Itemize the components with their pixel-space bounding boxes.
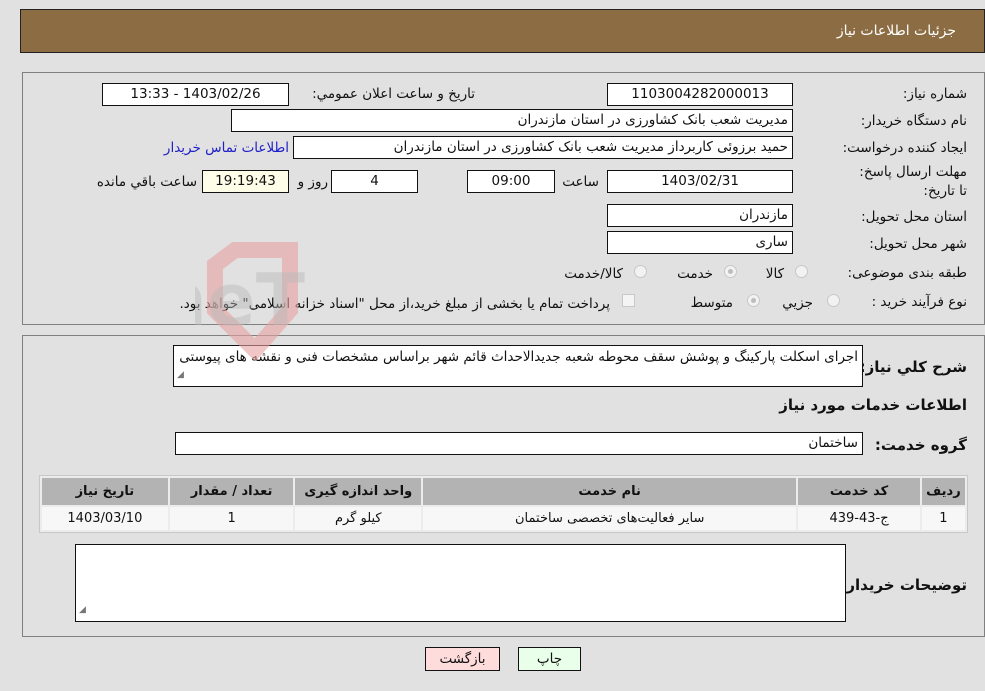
announce-datetime-label: تاریخ و ساعت اعلان عمومي: — [312, 86, 475, 102]
col-header-row-number: ردیف — [921, 478, 965, 505]
print-button[interactable]: چاپ — [518, 647, 581, 671]
purchase-type-radio-minor[interactable] — [827, 294, 840, 307]
buyer-org-label: نام دستگاه خریدار: — [860, 113, 967, 129]
back-button[interactable]: بازگشت — [425, 647, 500, 671]
service-group-field: ساختمان — [175, 432, 863, 455]
deadline-date-field: 1403/02/31 — [607, 170, 793, 193]
cell-row-number: 1 — [921, 507, 965, 530]
treasury-checkbox[interactable] — [622, 294, 635, 307]
page-header: جزئیات اطلاعات نیاز — [20, 9, 985, 53]
buyer-notes-textarea[interactable]: ◢ — [75, 544, 846, 622]
days-remaining-field: 4 — [331, 170, 418, 193]
category-radio-goods-service[interactable] — [634, 265, 647, 278]
description-label: شرح کلي نیاز: — [859, 358, 967, 376]
time-remaining-label: ساعت باقي مانده — [96, 174, 197, 190]
service-group-label: گروه خدمت: — [874, 436, 967, 454]
need-number-label: شماره نیاز: — [902, 86, 967, 102]
resize-handle-icon[interactable]: ◢ — [79, 601, 86, 620]
table-row: 1 ج-43-439 سایر فعالیت‌های تخصصی ساختمان… — [42, 507, 965, 530]
resize-handle-icon[interactable]: ◢ — [177, 366, 184, 385]
cell-unit: کیلو گرم — [295, 507, 422, 530]
requester-field: حمید برزوئی کاربرداز مدیریت شعب بانک کشا… — [293, 136, 793, 159]
col-header-need-date: تاریخ نیاز — [42, 478, 168, 505]
purchase-type-label: نوع فرآیند خرید : — [871, 294, 967, 310]
col-header-quantity: تعداد / مقدار — [169, 478, 294, 505]
delivery-city-field: ساری — [607, 231, 793, 254]
category-label: طبقه بندی موضوعی: — [847, 265, 967, 281]
col-header-unit: واحد اندازه گیری — [295, 478, 422, 505]
description-textarea[interactable]: اجرای اسکلت پارکینگ و پوشش سقف محوطه شعب… — [173, 345, 863, 387]
deadline-time-field: 09:00 — [467, 170, 555, 193]
cell-need-date: 1403/03/10 — [42, 507, 168, 530]
delivery-city-label: شهر محل تحویل: — [869, 236, 967, 252]
announce-datetime-field: 1403/02/26 - 13:33 — [102, 83, 289, 106]
category-option-goods: کالا — [765, 266, 784, 282]
description-text: اجرای اسکلت پارکینگ و پوشش سقف محوطه شعب… — [179, 349, 858, 365]
buyer-notes-label: توضیحات خریدار: — [840, 576, 967, 594]
services-table: ردیف کد خدمت نام خدمت واحد اندازه گیری ت… — [39, 475, 968, 533]
purchase-type-option-minor: جزیي — [782, 295, 813, 311]
purchase-type-radio-medium[interactable] — [747, 294, 760, 307]
col-header-service-code: کد خدمت — [798, 478, 920, 505]
category-radio-goods[interactable] — [795, 265, 808, 278]
deadline-time-label: ساعت — [562, 174, 599, 190]
col-header-service-name: نام خدمت — [423, 478, 797, 505]
time-remaining-field: 19:19:43 — [202, 170, 289, 193]
requester-label: ایجاد کننده درخواست: — [842, 140, 967, 156]
purchase-type-option-medium: متوسط — [690, 295, 733, 311]
cell-service-code: ج-43-439 — [798, 507, 920, 530]
page-title: جزئیات اطلاعات نیاز — [836, 23, 956, 39]
cell-quantity: 1 — [169, 507, 294, 530]
buyer-org-field: مدیریت شعب بانک کشاورزی در استان مازندرا… — [231, 109, 793, 132]
cell-service-name: سایر فعالیت‌های تخصصی ساختمان — [423, 507, 797, 530]
deadline-label: مهلت ارسال پاسخ: تا تاریخ: — [859, 164, 967, 199]
treasury-note: پرداخت تمام یا بخشی از مبلغ خرید،از محل … — [179, 296, 610, 312]
services-section-title: اطلاعات خدمات مورد نیاز — [779, 396, 967, 414]
need-number-field: 1103004282000013 — [607, 83, 793, 106]
delivery-province-field: مازندران — [607, 204, 793, 227]
category-option-goods-service: کالا/خدمت — [564, 266, 623, 282]
category-option-service: خدمت — [677, 266, 713, 282]
buyer-contact-link[interactable]: اطلاعات تماس خریدار — [164, 140, 289, 156]
table-header-row: ردیف کد خدمت نام خدمت واحد اندازه گیری ت… — [42, 478, 965, 505]
delivery-province-label: استان محل تحویل: — [861, 209, 967, 225]
days-label: روز و — [297, 174, 328, 190]
category-radio-service[interactable] — [724, 265, 737, 278]
